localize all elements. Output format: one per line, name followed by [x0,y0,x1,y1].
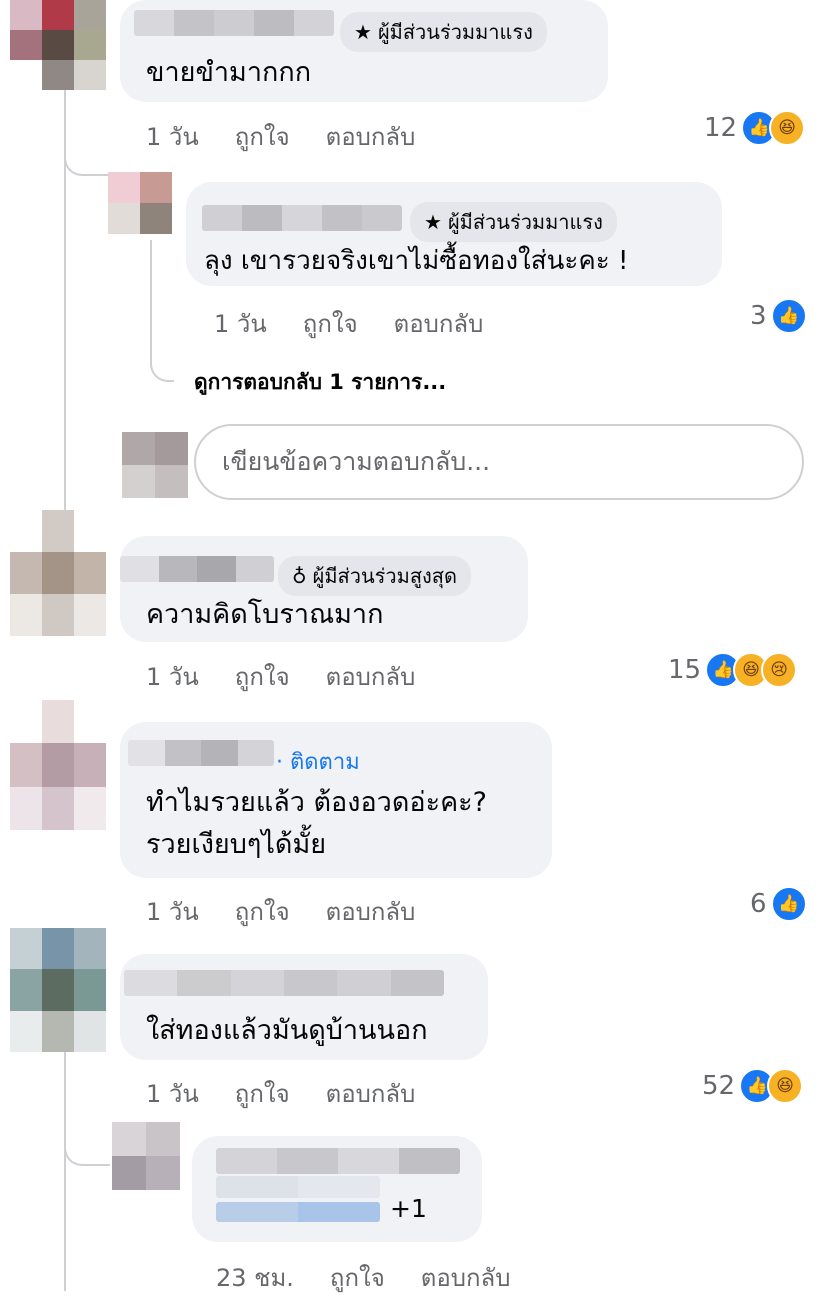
like-button[interactable]: ถูกใจ [235,892,290,931]
comment-actions: 1 วัน ถูกใจ ตอบกลับ [146,892,415,931]
comment-text: ความคิดโบราณมาก [146,599,384,630]
comment-text: รวยเงียบๆได้มั้ย [146,829,327,860]
rising-contributor-badge: ★ ผู้มีส่วนร่วมมาแรง [410,202,617,242]
timestamp[interactable]: 1 วัน [146,1074,199,1113]
badge-label: ผู้มีส่วนร่วมมาแรง [447,210,603,234]
like-icon: 👍 [770,886,807,922]
reaction-count: 12 [704,113,738,143]
star-icon: ★ [424,210,442,234]
reaction-summary[interactable]: 52 👍 😆 [702,1068,804,1104]
comment-text: ขายขำมากกก [146,57,312,88]
rising-contributor-badge: ★ ผู้มีส่วนร่วมมาแรง [340,12,547,52]
timestamp[interactable]: 1 วัน [146,117,199,156]
avatar[interactable] [10,928,106,1052]
like-button[interactable]: ถูกใจ [330,1258,385,1297]
like-icon: 👍 [770,298,807,334]
current-user-avatar [122,432,188,498]
thread-elbow [150,240,174,382]
thread-elbow [64,1120,110,1166]
reaction-count: 15 [668,655,702,685]
extra-tag-count: +1 [390,1194,427,1223]
reply-button[interactable]: ตอบกลับ [326,117,416,156]
commenter-name[interactable] [134,10,334,36]
avatar[interactable] [10,0,106,90]
comment-text: ใส่ทองแล้วมันดูบ้านนอก [146,1015,428,1046]
like-button[interactable]: ถูกใจ [303,304,358,343]
tagged-link[interactable] [216,1202,380,1222]
timestamp[interactable]: 1 วัน [214,304,267,343]
reaction-summary[interactable]: 12 👍 😆 [704,110,806,146]
reply-button[interactable]: ตอบกลับ [421,1258,511,1297]
top-contributor-badge: ♁ ผู้มีส่วนร่วมสูงสุด [278,556,471,596]
badge-label: ผู้มีส่วนร่วมมาแรง [377,20,533,44]
like-button[interactable]: ถูกใจ [235,657,290,696]
reaction-summary[interactable]: 3 👍 [750,298,807,334]
star-icon: ★ [354,20,372,44]
avatar[interactable] [10,510,106,636]
haha-icon: 😆 [767,1068,804,1104]
commenter-name[interactable] [202,205,402,231]
commenter-name[interactable] [128,740,274,766]
comment-actions: 1 วัน ถูกใจ ตอบกลับ [146,657,415,696]
reply-button[interactable]: ตอบกลับ [326,1074,416,1113]
timestamp[interactable]: 1 วัน [146,892,199,931]
comment-actions: 23 ชม. ถูกใจ ตอบกลับ [216,1258,510,1297]
reaction-count: 6 [750,889,767,919]
reply-button[interactable]: ตอบกลับ [326,657,416,696]
award-icon: ♁ [292,564,307,588]
comment-text: ลุง เขารวยจริงเขาไม่ซื้อทองใส่นะคะ ! [204,246,629,276]
haha-icon: 😆 [769,110,806,146]
commenter-name[interactable] [124,970,444,996]
avatar[interactable] [112,1122,180,1190]
thread-elbow [64,130,110,176]
comment-text: ทำไมรวยแล้ว ต้องอวดอ่ะคะ? [146,787,487,818]
reaction-count: 52 [702,1071,736,1101]
tagged-name[interactable] [216,1176,380,1198]
reaction-summary[interactable]: 15 👍 😆 😢 [668,652,798,688]
view-replies-link[interactable]: ดูการตอบกลับ 1 รายการ... [194,366,446,399]
comment-actions: 1 วัน ถูกใจ ตอบกลับ [146,117,415,156]
timestamp[interactable]: 1 วัน [146,657,199,696]
avatar[interactable] [10,700,106,830]
sad-icon: 😢 [761,652,798,688]
comment-actions: 1 วัน ถูกใจ ตอบกลับ [214,304,483,343]
thread-line [64,1050,66,1291]
timestamp[interactable]: 23 ชม. [216,1258,294,1297]
like-button[interactable]: ถูกใจ [235,1074,290,1113]
reply-button[interactable]: ตอบกลับ [326,892,416,931]
comment-actions: 1 วัน ถูกใจ ตอบกลับ [146,1074,415,1113]
reply-placeholder: เขียนข้อความตอบกลับ... [222,447,491,476]
avatar[interactable] [108,172,172,234]
commenter-name[interactable] [216,1148,460,1174]
reaction-count: 3 [750,301,767,331]
badge-label: ผู้มีส่วนร่วมสูงสุด [312,564,457,588]
reaction-summary[interactable]: 6 👍 [750,886,807,922]
reply-input[interactable]: เขียนข้อความตอบกลับ... [194,424,804,500]
like-button[interactable]: ถูกใจ [235,117,290,156]
follow-link[interactable]: · ติดตาม [276,744,360,779]
commenter-name[interactable] [120,556,274,582]
reply-button[interactable]: ตอบกลับ [394,304,484,343]
